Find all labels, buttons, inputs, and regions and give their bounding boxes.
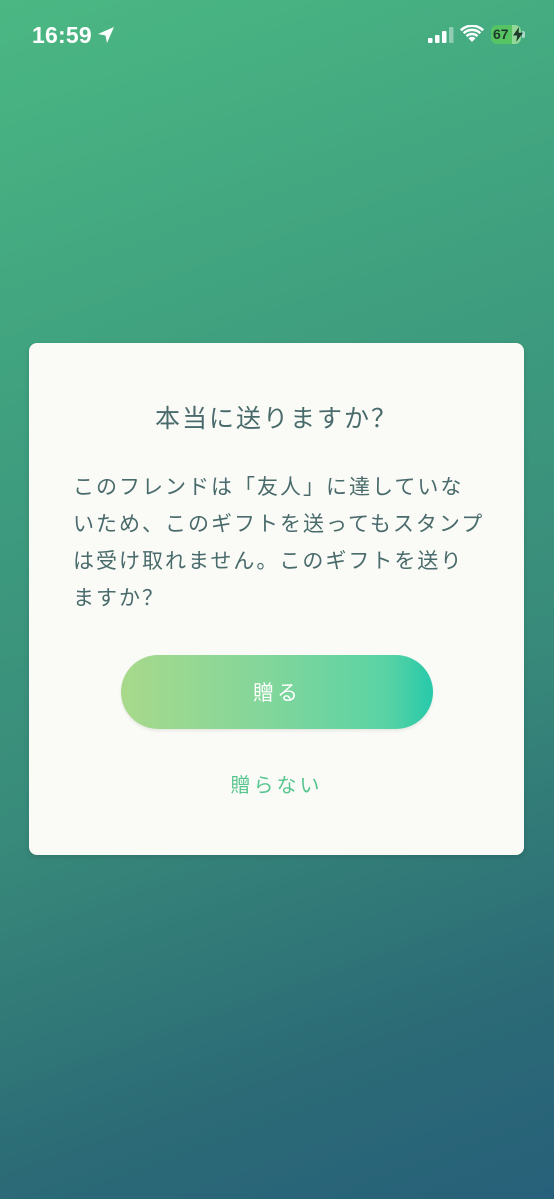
confirm-dialog: 本当に送りますか？ このフレンドは「友人」に達していないため、このギフトを送って…: [29, 343, 524, 855]
dialog-title: 本当に送りますか？: [154, 404, 398, 433]
location-arrow-icon: [98, 27, 114, 43]
send-gift-button[interactable]: 贈る: [121, 655, 433, 729]
cellular-signal-icon: [428, 27, 454, 43]
status-bar: 16:59 67: [0, 0, 554, 70]
battery-level: 67: [493, 26, 509, 42]
cancel-button[interactable]: 贈らない: [29, 769, 524, 798]
charging-bolt-icon: [513, 27, 523, 42]
status-time: 16:59: [32, 22, 92, 48]
wifi-icon: [460, 25, 484, 42]
battery-icon: 67: [491, 25, 527, 44]
dialog-message: このフレンドは「友人」に達していないため、このギフトを送ってもスタンプは受け取れ…: [73, 475, 485, 610]
